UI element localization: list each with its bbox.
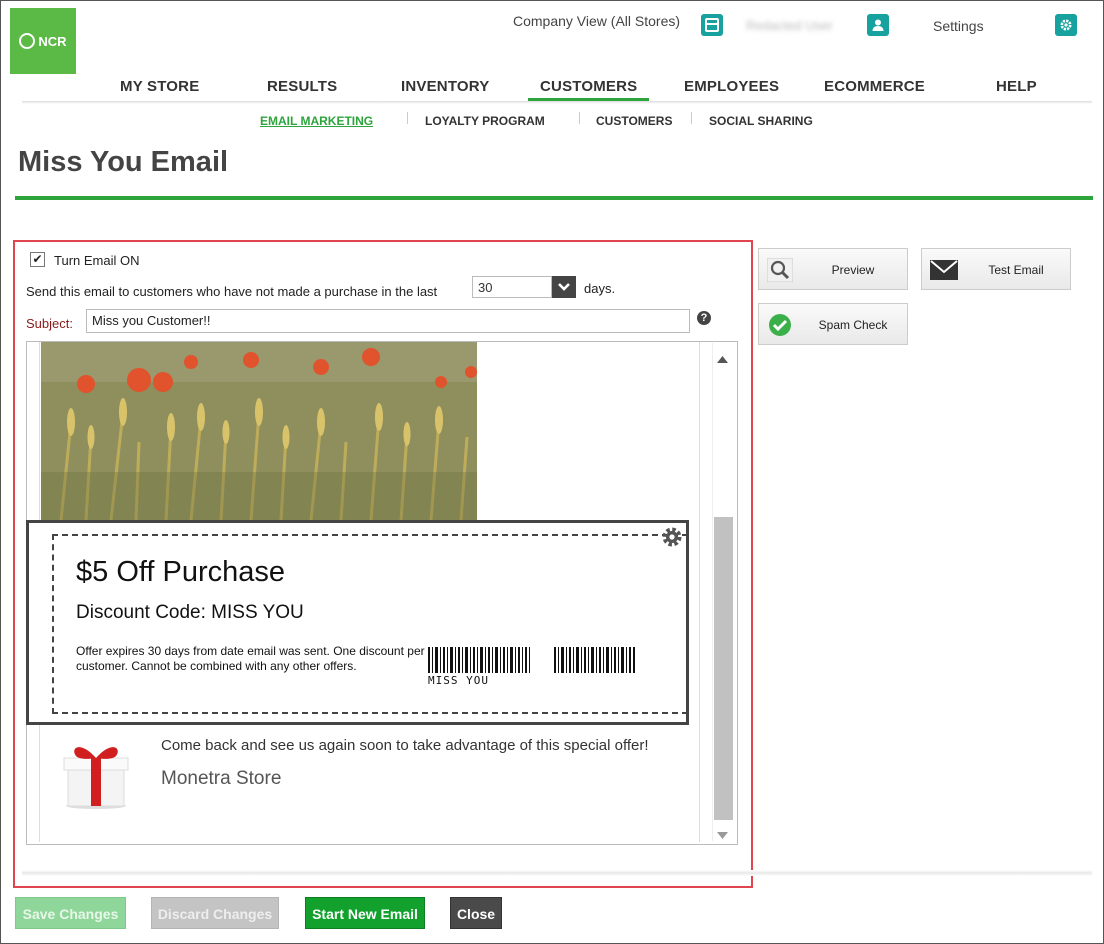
hero-image <box>41 342 477 520</box>
subnav-loyalty-program[interactable]: LOYALTY PROGRAM <box>425 114 545 128</box>
close-button[interactable]: Close <box>450 897 502 929</box>
subnav-email-marketing[interactable]: EMAIL MARKETING <box>260 114 373 128</box>
nav-ecommerce[interactable]: ECOMMERCE <box>824 78 925 95</box>
logo-text: NCR <box>38 33 67 49</box>
subnav-separator <box>407 112 408 124</box>
envelope-icon <box>930 258 958 285</box>
subnav-social-sharing[interactable]: SOCIAL SHARING <box>709 114 813 128</box>
scroll-up-icon[interactable] <box>717 350 728 368</box>
scroll-down-icon[interactable] <box>717 826 728 844</box>
subject-input[interactable]: Miss you Customer!! <box>86 309 690 333</box>
preview-label: Preview <box>831 263 875 277</box>
spam-check-label: Spam Check <box>818 318 888 332</box>
help-icon[interactable]: ? <box>697 311 711 325</box>
user-icon[interactable] <box>867 14 889 36</box>
coupon-title: $5 Off Purchase <box>76 556 286 588</box>
editor-guide <box>699 342 700 842</box>
gear-icon[interactable] <box>1055 14 1077 36</box>
turn-email-on-label[interactable]: Turn Email ON <box>54 253 139 268</box>
company-view-label[interactable]: Company View (All Stores) <box>513 13 680 29</box>
nav-my-store[interactable]: MY STORE <box>120 78 199 95</box>
barcode-text: MISS YOU <box>428 674 489 687</box>
gift-icon <box>60 738 132 815</box>
settings-link[interactable]: Settings <box>933 18 984 34</box>
days-suffix: days. <box>584 281 616 296</box>
ncr-logo[interactable]: NCR <box>10 8 76 74</box>
nav-results[interactable]: RESULTS <box>267 78 337 95</box>
start-new-email-button[interactable]: Start New Email <box>305 897 425 929</box>
test-email-button[interactable]: Test Email <box>921 248 1071 290</box>
turn-email-on-checkbox[interactable]: ✔ <box>30 252 45 267</box>
store-name: Monetra Store <box>161 768 282 789</box>
subnav-separator <box>579 112 580 124</box>
discard-changes-button[interactable]: Discard Changes <box>151 897 279 929</box>
subnav-separator <box>691 112 692 124</box>
wheat-field-image <box>41 342 477 520</box>
days-select[interactable]: 30 <box>472 276 552 298</box>
logo-mark-icon <box>19 33 36 49</box>
coupon-fine-print: Offer expires 30 days from date email wa… <box>76 644 425 673</box>
spam-check-button[interactable]: Spam Check <box>758 303 908 345</box>
nav-employees[interactable]: EMPLOYEES <box>684 78 779 95</box>
user-name[interactable]: Redacted User <box>746 18 850 34</box>
check-circle-icon <box>767 313 793 342</box>
scrollbar-thumb[interactable] <box>714 517 733 820</box>
page-title: Miss You Email <box>18 146 229 178</box>
search-icon <box>766 257 794 285</box>
discount-code: Discount Code: MISS YOU <box>76 602 304 623</box>
send-condition-label: Send this email to customers who have no… <box>26 284 438 299</box>
nav-active-indicator <box>528 98 649 101</box>
subject-label: Subject: <box>26 316 73 331</box>
gear-icon[interactable] <box>660 525 684 554</box>
title-rule <box>15 196 1093 200</box>
preview-button[interactable]: Preview <box>758 248 908 290</box>
nav-customers[interactable]: CUSTOMERS <box>540 78 637 95</box>
subnav-customers[interactable]: CUSTOMERS <box>596 114 672 128</box>
test-email-label: Test Email <box>988 263 1044 277</box>
store-icon[interactable] <box>701 14 723 36</box>
nav-divider <box>22 101 1092 104</box>
nav-inventory[interactable]: INVENTORY <box>401 78 489 95</box>
chevron-down-icon[interactable] <box>552 276 576 298</box>
save-changes-button[interactable]: Save Changes <box>15 897 126 929</box>
bottom-divider <box>22 870 1092 876</box>
nav-help[interactable]: HELP <box>996 78 1037 95</box>
come-back-message: Come back and see us again soon to take … <box>161 737 649 754</box>
